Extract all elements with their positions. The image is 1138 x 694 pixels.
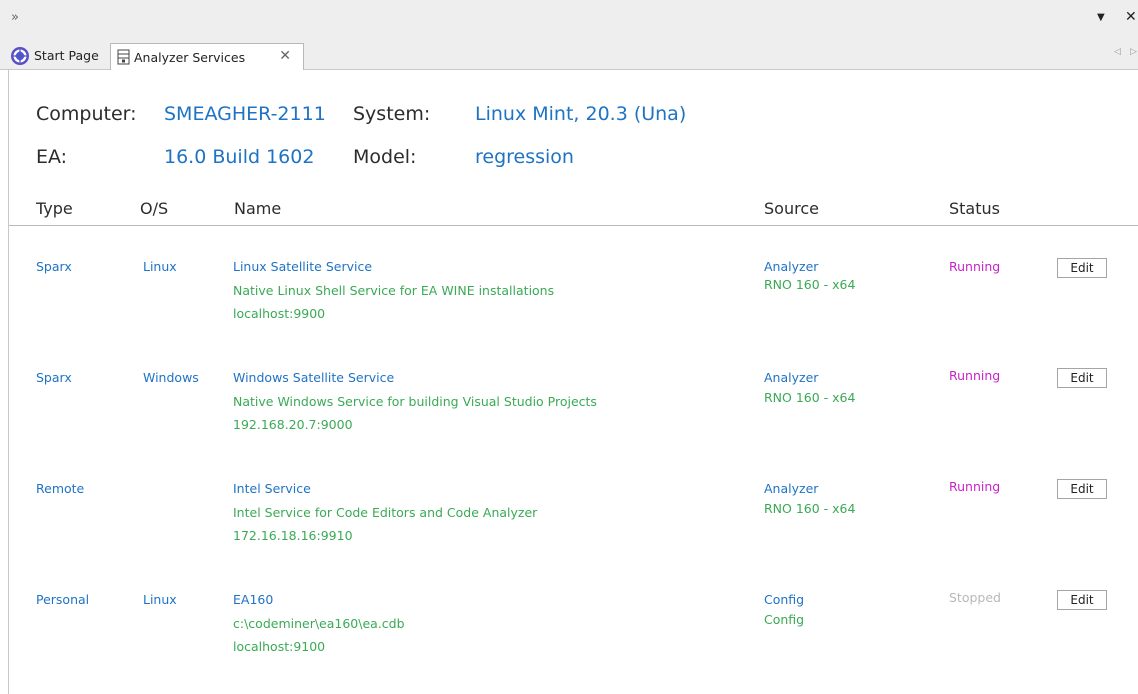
model-label: Model:	[353, 146, 417, 168]
column-header-source: Source	[764, 199, 819, 218]
edit-button[interactable]: Edit	[1057, 258, 1107, 278]
ea-version-value: 16.0 Build 1602	[164, 146, 315, 168]
service-address: 172.16.18.16:9910	[233, 528, 353, 543]
service-type[interactable]: Sparx	[36, 259, 72, 274]
close-tab-icon[interactable]: ✕	[279, 48, 291, 64]
scroll-tabs-left-icon[interactable]: ◁	[1114, 47, 1121, 57]
service-status: Stopped	[949, 590, 1001, 605]
column-header-status: Status	[949, 199, 1000, 218]
column-header-name: Name	[234, 199, 282, 218]
service-description: Native Linux Shell Service for EA WINE i…	[233, 283, 555, 298]
service-source-detail: RNO 160 - x64	[764, 501, 856, 516]
tab-start-page[interactable]: Start Page	[8, 43, 104, 68]
scroll-tabs-right-icon[interactable]: ▷	[1130, 47, 1137, 57]
service-status: Running	[949, 259, 1001, 274]
service-source[interactable]: Analyzer	[764, 259, 818, 274]
service-status: Running	[949, 368, 1001, 383]
service-os[interactable]: Linux	[143, 259, 177, 274]
tab-analyzer-services[interactable]: Analyzer Services ✕	[110, 43, 304, 70]
analyzer-services-icon	[117, 49, 130, 65]
service-name[interactable]: Intel Service	[233, 481, 311, 496]
edit-button[interactable]: Edit	[1057, 590, 1107, 610]
tab-strip: Start Page Analyzer Services ✕	[0, 40, 1138, 70]
computer-value: SMEAGHER-2111	[164, 103, 326, 125]
column-header-os: O/S	[140, 199, 169, 218]
ea-label: EA:	[36, 146, 68, 168]
close-window-icon[interactable]: ✕	[1125, 9, 1137, 25]
window-menu-dropdown-icon[interactable]: ▼	[1097, 12, 1105, 23]
service-source-detail: Config	[764, 612, 805, 627]
service-description: Native Windows Service for building Visu…	[233, 394, 597, 409]
column-header-type: Type	[36, 199, 73, 218]
service-description: Intel Service for Code Editors and Code …	[233, 505, 538, 520]
service-type[interactable]: Personal	[36, 592, 89, 607]
edit-button[interactable]: Edit	[1057, 368, 1107, 388]
service-source[interactable]: Analyzer	[764, 370, 818, 385]
service-source[interactable]: Config	[764, 592, 804, 607]
service-address: localhost:9900	[233, 306, 326, 321]
service-address: 192.168.20.7:9000	[233, 417, 353, 432]
system-label: System:	[353, 103, 431, 125]
service-address: localhost:9100	[233, 639, 326, 654]
service-source-detail: RNO 160 - x64	[764, 277, 856, 292]
service-source[interactable]: Analyzer	[764, 481, 818, 496]
title-bar: » ▼ ✕	[0, 0, 1138, 41]
start-page-icon	[10, 46, 30, 66]
service-source-detail: RNO 160 - x64	[764, 390, 856, 405]
system-value: Linux Mint, 20.3 (Una)	[475, 103, 687, 125]
service-status: Running	[949, 479, 1001, 494]
expand-panel-icon[interactable]: »	[11, 10, 19, 25]
model-value: regression	[475, 146, 574, 168]
service-name[interactable]: EA160	[233, 592, 273, 607]
service-os[interactable]: Linux	[143, 592, 177, 607]
header-divider	[9, 225, 1138, 226]
service-os[interactable]: Windows	[143, 370, 199, 385]
service-type[interactable]: Remote	[36, 481, 84, 496]
analyzer-services-panel: Computer: SMEAGHER-2111 System: Linux Mi…	[8, 70, 1138, 694]
computer-label: Computer:	[36, 103, 137, 125]
service-type[interactable]: Sparx	[36, 370, 72, 385]
service-name[interactable]: Linux Satellite Service	[233, 259, 372, 274]
tab-start-page-label: Start Page	[34, 48, 99, 63]
tab-analyzer-services-label: Analyzer Services	[134, 49, 246, 65]
service-description: c:\codeminer\ea160\ea.cdb	[233, 616, 405, 631]
edit-button[interactable]: Edit	[1057, 479, 1107, 499]
service-name[interactable]: Windows Satellite Service	[233, 370, 394, 385]
